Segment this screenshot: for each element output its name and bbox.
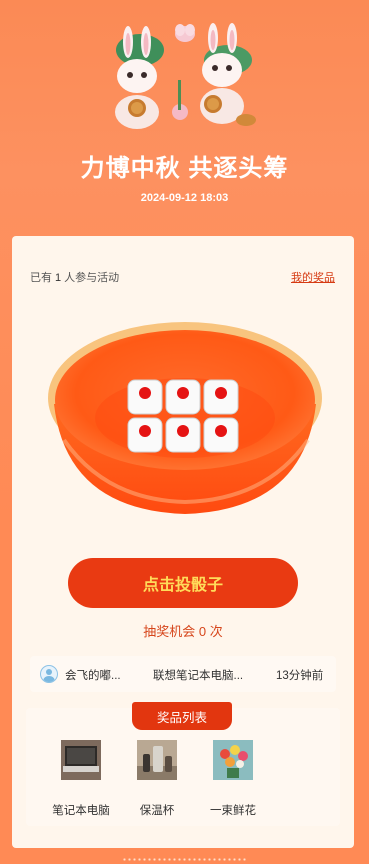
prize-label: 笔记本电脑 [52,805,110,817]
draw-chances-label: 抽奖机会 0 次 [143,624,223,639]
die-6 [203,417,239,453]
prize-label: 一束鲜花 [210,805,256,817]
die-4 [127,417,163,453]
my-prizes-link[interactable]: 我的奖品 [291,269,335,285]
prize-item-bouquet[interactable]: 一束鲜花 [198,738,268,818]
participant-number: 1 [55,272,62,284]
event-datetime: 2024-09-12 18:03 [140,192,229,204]
winner-ticker-row: 会飞的嘟... 联想笔记本电脑... 13分钟前 [30,656,336,692]
mid-autumn-rabbits-illustration [115,23,256,129]
prize-label: 保温杯 [139,805,175,817]
bouquet-icon [213,740,253,780]
participant-count: 已有 1 人参与活动 [30,272,120,284]
thermos-icon [137,740,177,780]
laptop-icon [61,740,101,780]
die-1 [127,379,163,415]
bottom-divider [122,858,248,861]
prize-item-thermos[interactable]: 保温杯 [122,738,192,818]
prize-list-panel: 奖品列表 笔记本电脑 保温杯 一束鲜花 [26,702,340,826]
die-2 [165,379,201,415]
user-avatar-icon [40,665,58,683]
page-title: 力博中秋 共逐头筹 [80,155,289,182]
roll-dice-button[interactable]: 点击投骰子 [68,558,298,608]
dice-game-card: 已有 1 人参与活动 我的奖品 点击投骰子 抽奖机会 0 次 会飞的嘟... 联… [12,236,354,848]
die-3 [203,379,239,415]
dice-group [127,379,239,453]
prize-list-tab: 奖品列表 [132,702,232,730]
winner-prize: 联想笔记本电脑... [153,670,244,682]
prize-item-laptop[interactable]: 笔记本电脑 [46,738,116,818]
winner-time: 13分钟前 [276,670,324,682]
die-5 [165,417,201,453]
hero-banner: 力博中秋 共逐头筹 2024-09-12 18:03 [0,0,369,236]
winner-name: 会飞的嘟... [65,670,121,682]
